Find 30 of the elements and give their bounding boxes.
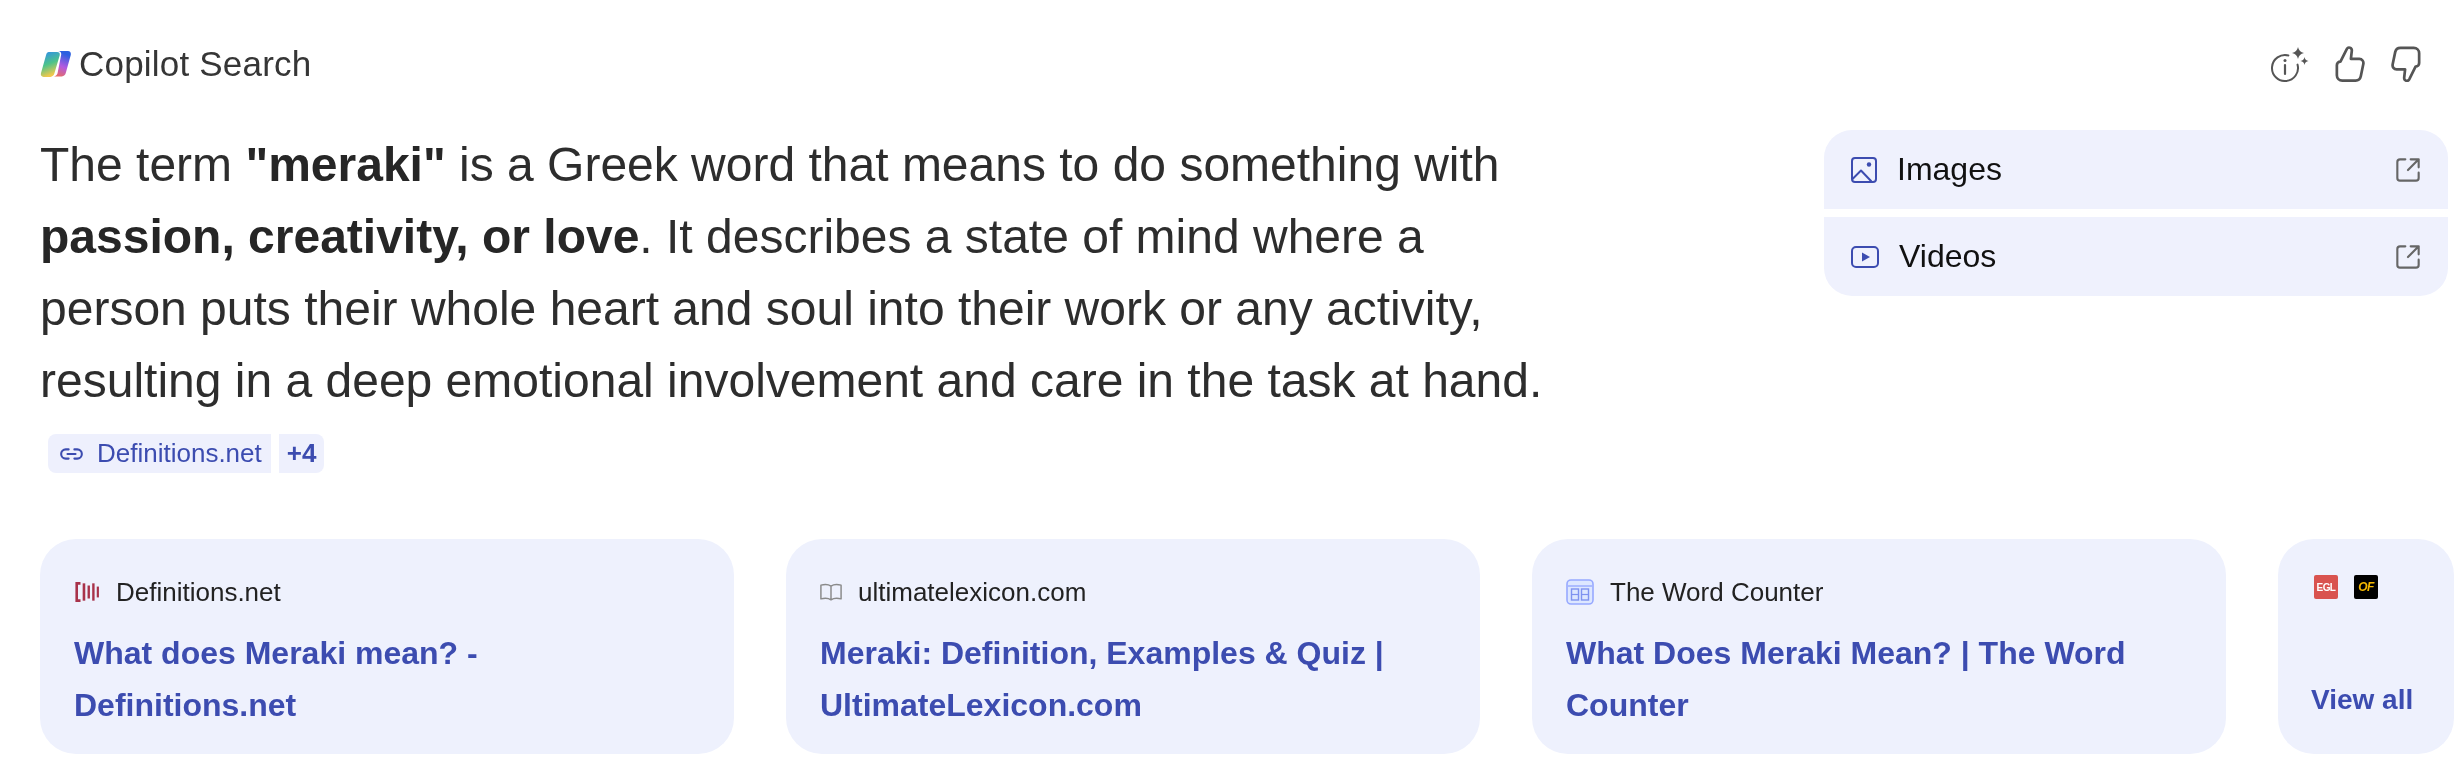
image-icon [1851, 156, 1877, 183]
like-button[interactable] [2335, 46, 2365, 82]
external-link-icon [2396, 157, 2420, 182]
logo-icon [40, 50, 72, 78]
site-logo: OF [2354, 575, 2378, 599]
citation-chip[interactable]: Definitions.net [48, 434, 271, 473]
app-title: Copilot Search [79, 43, 312, 85]
source-site: Definitions.net [116, 576, 281, 608]
play-icon [1851, 245, 1879, 268]
external-link-icon [2396, 244, 2420, 269]
source-site: The Word Counter [1610, 576, 1824, 608]
bars-icon [74, 581, 100, 603]
digit-display-icon [1566, 579, 1594, 605]
info-sparkle-icon [2271, 46, 2309, 82]
ai-info-button[interactable] [2271, 46, 2309, 82]
site-logo: EGL [2314, 575, 2338, 599]
source-link[interactable]: What Does Meraki Mean? | The Word Counter [1566, 627, 2150, 731]
thumbs-up-icon [2335, 46, 2365, 82]
book-icon [820, 583, 842, 601]
thumbs-down-icon [2391, 46, 2421, 82]
more-sources-chip[interactable]: +4 [278, 434, 325, 473]
media-link[interactable]: Images [1824, 130, 2448, 209]
link-icon [60, 447, 83, 460]
dislike-button[interactable] [2391, 46, 2421, 82]
answer-text: The term "meraki" is a Greek word that means to do something with passion, creativity, or love. It describes a state of mind where a person puts their whole heart and soul into their work or any activity, resulting in a deep emotional involvement and care in the task at hand. [40, 137, 1544, 409]
source-site: ultimatelexicon.com [858, 576, 1087, 608]
media-link[interactable]: Videos [1824, 217, 2448, 296]
source-link[interactable]: Meraki: Definition, Examples & Quiz | UltimateLexicon.com [820, 627, 1404, 731]
source-link[interactable]: What does Meraki mean? - Definitions.net [74, 627, 658, 731]
view-all-card[interactable]: EGL OF View all [2278, 539, 2454, 754]
